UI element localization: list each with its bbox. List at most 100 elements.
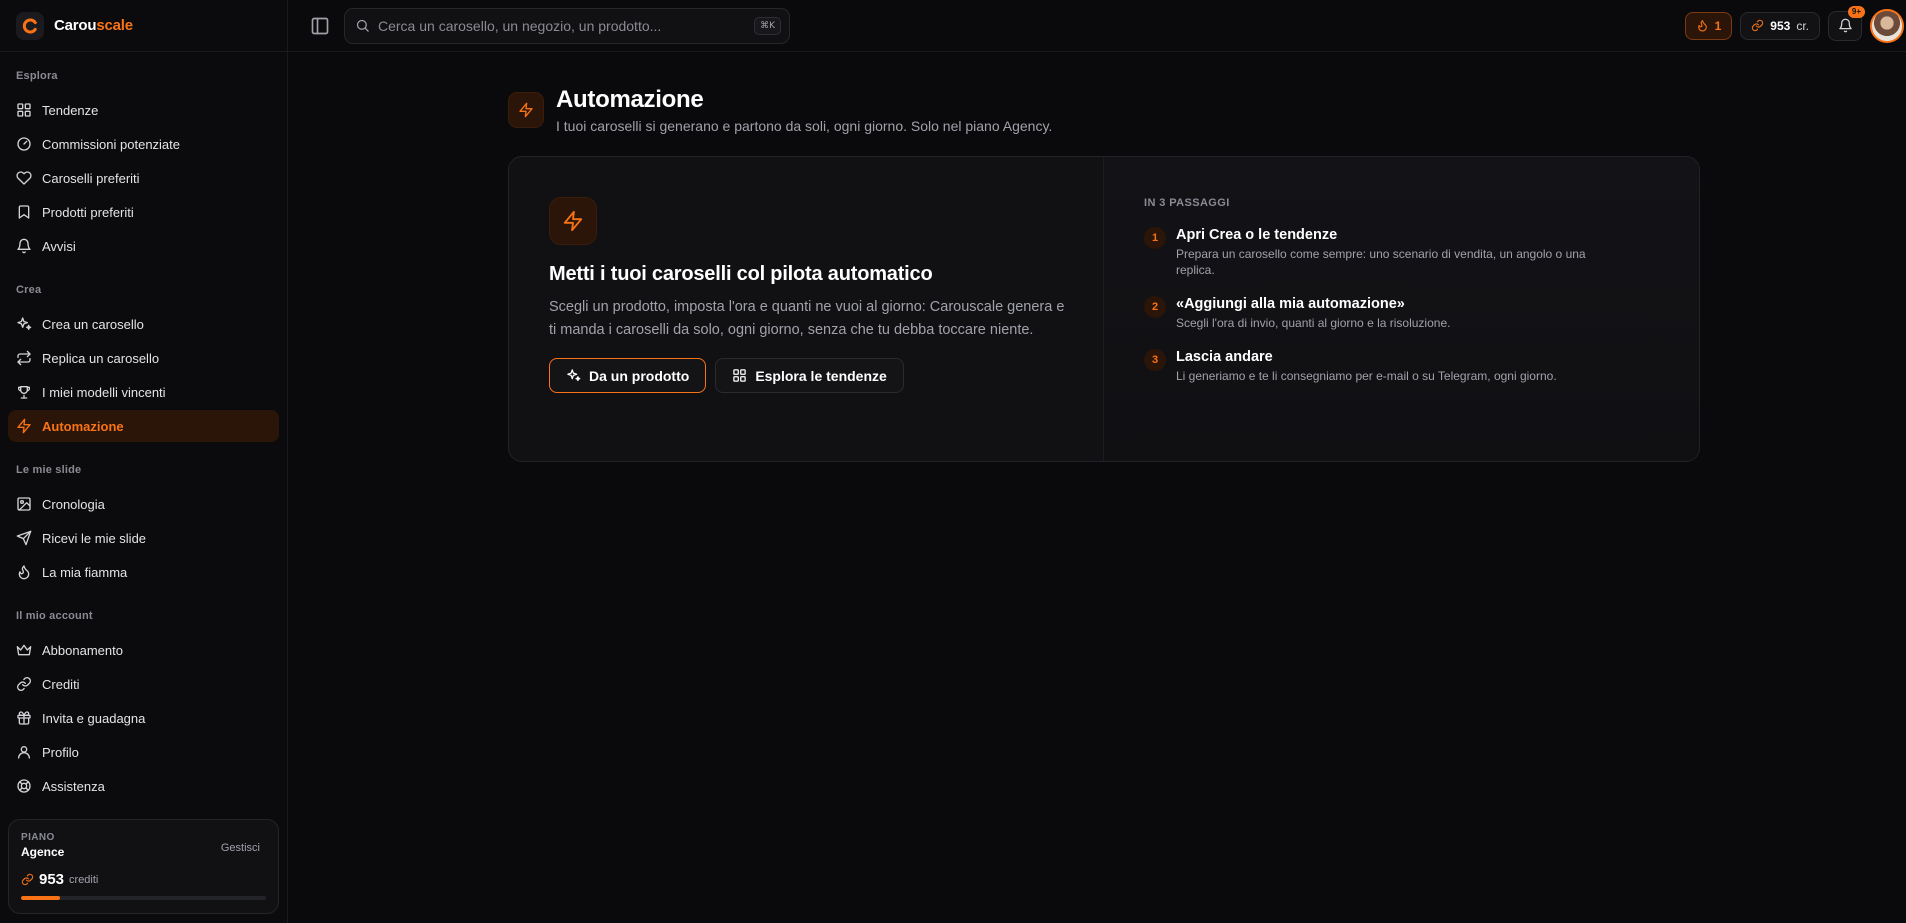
sidebar-item-label: Prodotti preferiti [42, 204, 134, 220]
automation-title: Metti i tuoi caroselli col pilota automa… [549, 263, 933, 285]
sidebar-item-avvisi[interactable]: Avvisi [8, 230, 279, 262]
zap-icon [519, 102, 533, 118]
sidebar-item-invita-guadagna[interactable]: Invita e guadagna [8, 702, 279, 734]
gauge-icon [17, 137, 31, 151]
sidebar-item-label: Automazione [42, 418, 124, 434]
automation-intro: Metti i tuoi caroselli col pilota automa… [509, 157, 1104, 461]
nav-group-label: Le mie slide [16, 464, 82, 476]
sidebar-item-label: Invita e guadagna [42, 710, 146, 726]
repeat-icon [17, 350, 31, 366]
steps-label: IN 3 PASSAGGI [1144, 197, 1230, 209]
plan-credits: 953 crediti [21, 871, 266, 888]
nav-group-le-mie-slide: Le mie slide Cronologia Ricevi le mie sl… [8, 464, 279, 588]
avatar[interactable] [1870, 8, 1904, 43]
bell-icon [1838, 18, 1852, 33]
sidebar-item-ricevi-slide[interactable]: Ricevi le mie slide [8, 522, 279, 554]
sidebar-item-la-mia-fiamma[interactable]: La mia fiamma [8, 556, 279, 588]
sidebar-item-assistenza[interactable]: Assistenza [8, 770, 279, 802]
brand-name: Carouscale [54, 17, 133, 34]
bookmark-icon [18, 205, 30, 219]
search-bar[interactable]: ⌘K [344, 7, 790, 44]
crown-icon [16, 644, 32, 656]
link-icon [21, 873, 34, 886]
brand[interactable]: Carouscale [0, 0, 287, 52]
plan-manage-link[interactable]: Gestisci [221, 842, 260, 854]
from-product-button[interactable]: Da un prodotto [549, 358, 707, 393]
step-title: «Aggiungi alla mia automazione» [1176, 296, 1405, 312]
link-icon [1752, 19, 1764, 32]
sidebar-item-prodotti-preferiti[interactable]: Prodotti preferiti [8, 196, 279, 228]
step-description: Scegli l'ora di invio, quanti al giorno … [1176, 316, 1451, 330]
sidebar-item-label: Cronologia [42, 496, 105, 512]
topbar: ⌘K 1 953 cr. 9+ [288, 0, 1906, 52]
sidebar-item-replica-carosello[interactable]: Replica un carosello [8, 342, 279, 374]
sidebar-item-label: Abbonamento [42, 642, 123, 658]
sparkles-icon [567, 369, 581, 382]
grid-icon [17, 103, 31, 117]
sidebar-item-modelli-vincenti[interactable]: I miei modelli vincenti [8, 376, 279, 408]
step-item: 2 «Aggiungi alla mia automazione» Scegli… [1144, 296, 1659, 331]
user-icon [18, 746, 30, 759]
sidebar-item-commissioni[interactable]: Commissioni potenziate [8, 128, 279, 160]
automation-steps: IN 3 PASSAGGI 1 Apri Crea o le tendenze … [1104, 157, 1699, 461]
plan-credits-value: 953 [39, 871, 65, 888]
sidebar-item-automazione[interactable]: Automazione [8, 410, 279, 442]
step-title: Apri Crea o le tendenze [1176, 227, 1338, 243]
page-title: Automazione [556, 86, 704, 113]
sidebar-item-caroselli-preferiti[interactable]: Caroselli preferiti [8, 162, 279, 194]
gift-icon [17, 711, 31, 725]
grid-icon [733, 369, 747, 382]
zap-icon [17, 418, 31, 434]
search-shortcut: ⌘K [754, 16, 781, 35]
sidebar-item-crea-carosello[interactable]: Crea un carosello [8, 308, 279, 340]
brand-logo-icon [16, 11, 44, 40]
credits-button[interactable]: 953 cr. [1740, 11, 1820, 40]
nav-group-label: Esplora [16, 70, 58, 82]
page-header: Automazione I tuoi caroselli si generano… [508, 86, 1052, 134]
sidebar-item-label: Avvisi [42, 238, 76, 254]
sidebar: Carouscale Esplora Tendenze Commissioni … [0, 0, 288, 923]
sidebar-item-label: Replica un carosello [42, 350, 160, 366]
nav-group-account: Il mio account Abbonamento Crediti Invit… [8, 610, 279, 802]
sidebar-item-label: Assistenza [42, 778, 105, 794]
streak-button[interactable]: 1 [1684, 11, 1733, 40]
sidebar-item-label: La mia fiamma [42, 564, 128, 580]
sidebar-toggle-icon[interactable] [310, 16, 330, 36]
topbar-actions: 1 953 cr. 9+ [1684, 5, 1906, 43]
plan-card: PIANO Agence Gestisci 953 crediti [8, 819, 279, 914]
page-subtitle: I tuoi caroselli si generano e partono d… [556, 118, 1053, 134]
notifications-button[interactable]: 9+ [1828, 5, 1865, 41]
search-icon [356, 19, 369, 32]
sidebar-item-cronologia[interactable]: Cronologia [8, 488, 279, 520]
page-header-icon [508, 92, 544, 128]
search-input[interactable] [378, 17, 747, 34]
explore-trends-label: Esplora le tendenze [755, 367, 887, 384]
link-icon [17, 677, 31, 691]
credits-unit: cr. [1796, 18, 1809, 33]
sidebar-item-crediti[interactable]: Crediti [8, 668, 279, 700]
nav-group-crea: Crea Crea un carosello Replica un carose… [8, 284, 279, 442]
heart-icon [16, 171, 32, 185]
sidebar-item-profilo[interactable]: Profilo [8, 736, 279, 768]
plan-credits-progress-fill [21, 896, 61, 900]
step-number: 3 [1144, 349, 1166, 371]
step-title: Lascia andare [1176, 349, 1273, 365]
credits-count: 953 [1770, 18, 1791, 33]
explore-trends-button[interactable]: Esplora le tendenze [715, 358, 904, 393]
trophy-icon [18, 386, 30, 399]
nav-group-esplora: Esplora Tendenze Commissioni potenziate … [8, 70, 279, 262]
lifebuoy-icon [17, 779, 31, 793]
zap-icon [563, 210, 583, 232]
nav-group-label: Crea [16, 284, 42, 296]
step-item: 3 Lascia andare Li generiamo e te li con… [1144, 349, 1659, 384]
automation-description: Scegli un prodotto, imposta l'ora e quan… [549, 299, 1065, 338]
sidebar-item-label: Profilo [42, 744, 79, 760]
notifications-badge: 9+ [1847, 5, 1865, 18]
plan-credits-unit: crediti [69, 873, 99, 886]
step-item: 1 Apri Crea o le tendenze Prepara un car… [1144, 227, 1659, 278]
sidebar-item-label: Commissioni potenziate [42, 136, 181, 152]
sidebar-item-tendenze[interactable]: Tendenze [8, 94, 279, 126]
step-number: 1 [1144, 227, 1166, 249]
sidebar-item-abbonamento[interactable]: Abbonamento [8, 634, 279, 666]
bell-icon [17, 238, 31, 254]
